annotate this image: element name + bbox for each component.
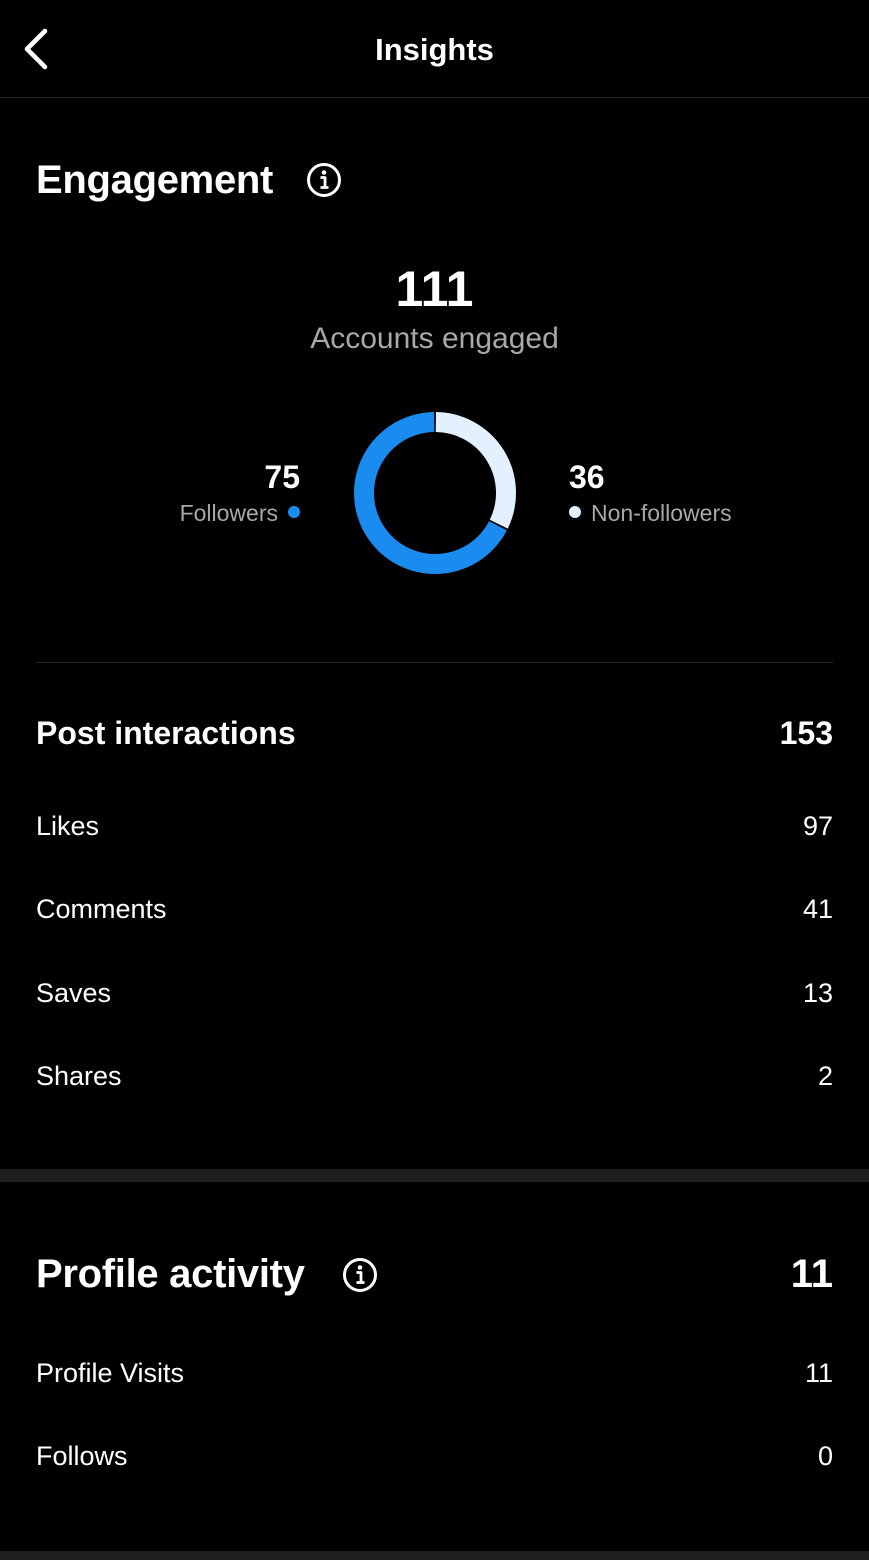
accounts-engaged-count: 111 [395, 261, 474, 317]
follows-label: Follows [36, 1441, 128, 1471]
profile-activity-total: 11 [790, 1252, 833, 1296]
accounts-engaged-label: Accounts engaged [310, 322, 559, 355]
post-interactions-total: 153 [779, 715, 833, 751]
profile-activity-info-button[interactable] [340, 1255, 380, 1295]
page-title: Insights [375, 32, 494, 67]
non-followers-legend-dot [569, 506, 581, 518]
profile-activity-title: Profile activity [36, 1252, 305, 1296]
engagement-donut-chart [354, 412, 516, 574]
info-icon [307, 163, 341, 197]
likes-value: 97 [802, 811, 833, 841]
followers-count: 75 [264, 459, 300, 495]
non-followers-label: Non-followers [591, 500, 732, 526]
followers-label: Followers [179, 500, 278, 526]
info-icon [343, 1258, 377, 1292]
bottom-separator [0, 1551, 869, 1560]
comments-label: Comments [36, 894, 167, 924]
section-divider [36, 662, 833, 663]
top-bar: Insights [0, 0, 869, 98]
post-interactions-title: Post interactions [36, 715, 296, 751]
likes-label: Likes [36, 811, 100, 841]
saves-value: 13 [802, 978, 833, 1008]
profile-visits-value: 11 [804, 1358, 833, 1388]
non-followers-count: 36 [569, 459, 605, 495]
engagement-info-button[interactable] [304, 160, 344, 200]
profile-visits-label: Profile Visits [36, 1358, 185, 1388]
saves-label: Saves [36, 978, 112, 1008]
engagement-title: Engagement [36, 158, 274, 202]
shares-value: 2 [817, 1061, 833, 1091]
follows-value: 0 [817, 1441, 833, 1471]
non-followers-arc [435, 412, 516, 529]
comments-value: 41 [802, 894, 833, 924]
shares-label: Shares [36, 1061, 122, 1091]
followers-legend-dot [288, 506, 300, 518]
section-separator [0, 1169, 869, 1182]
